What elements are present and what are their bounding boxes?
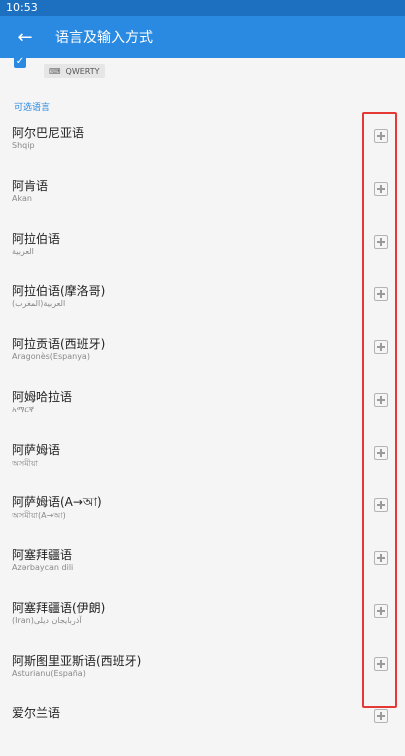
- language-native-name: Asturianu(España): [12, 669, 86, 678]
- page-title: 语言及输入方式: [55, 30, 153, 46]
- highlight-box: [362, 112, 397, 708]
- language-row[interactable]: 阿拉伯语 العربية: [0, 230, 405, 282]
- status-time: 10:53: [6, 1, 38, 14]
- layout-chip-label: QWERTY: [65, 66, 100, 76]
- language-list[interactable]: ✓ ⌨ QWERTY 可选语言 阿尔巴尼亚语 Shqip 阿肯语 Akan 阿拉…: [0, 56, 405, 723]
- language-name: 爱尔兰语: [12, 706, 61, 720]
- add-language-icon[interactable]: [374, 709, 388, 723]
- language-name: 阿尔巴尼亚语: [12, 126, 85, 140]
- keyboard-icon: ⌨: [49, 66, 61, 76]
- language-native-name: Aragonès(Espanya): [12, 352, 90, 361]
- language-row[interactable]: 阿肯语 Akan: [0, 177, 405, 229]
- language-name: 阿姆哈拉语: [12, 390, 73, 404]
- language-name: 阿萨姆语: [12, 443, 61, 457]
- language-native-name: العربية: [12, 247, 34, 256]
- language-native-name: Akan: [12, 194, 32, 203]
- language-native-name: Azərbaycan dili: [12, 563, 74, 572]
- language-row[interactable]: 爱尔兰语: [0, 704, 405, 756]
- language-row[interactable]: 阿拉贡语(西班牙) Aragonès(Espanya): [0, 335, 405, 387]
- status-bar: 10:53: [0, 0, 405, 16]
- language-row[interactable]: 阿塞拜疆语(伊朗) (Iran)آذربایجان دیلی: [0, 599, 405, 651]
- language-name: 阿塞拜疆语: [12, 548, 73, 562]
- language-name: 阿斯图里亚斯语(西班牙): [12, 654, 142, 668]
- section-header: 可选语言: [14, 103, 51, 113]
- back-arrow-icon[interactable]: ←: [6, 16, 44, 58]
- language-row[interactable]: 阿斯图里亚斯语(西班牙) Asturianu(España): [0, 652, 405, 704]
- language-name: 阿塞拜疆语(伊朗): [12, 601, 106, 615]
- language-name: 阿肯语: [12, 179, 49, 193]
- layout-checkbox[interactable]: ✓: [14, 56, 26, 68]
- language-row[interactable]: 阿拉伯语(摩洛哥) العربية(المغرب): [0, 282, 405, 334]
- language-row[interactable]: 阿萨姆语(A→আ) অসমীয়া(A→আ): [0, 493, 405, 545]
- enabled-layout-row: ✓ ⌨ QWERTY: [0, 56, 405, 82]
- language-row[interactable]: 阿姆哈拉语 አማርኛ: [0, 388, 405, 440]
- language-native-name: Shqip: [12, 141, 35, 150]
- language-name: 阿拉伯语: [12, 232, 61, 246]
- language-native-name: অসমীয়া(A→আ): [12, 511, 66, 520]
- language-name: 阿拉贡语(西班牙): [12, 337, 106, 351]
- language-native-name: العربية(المغرب): [12, 299, 66, 308]
- language-row[interactable]: 阿塞拜疆语 Azərbaycan dili: [0, 546, 405, 598]
- language-native-name: অসমীয়া: [12, 459, 38, 468]
- language-native-name: አማርኛ: [12, 405, 34, 414]
- app-bar: ← 语言及输入方式: [0, 16, 405, 58]
- layout-chip: ⌨ QWERTY: [44, 64, 105, 78]
- language-row[interactable]: 阿萨姆语 অসমীয়া: [0, 441, 405, 493]
- language-row[interactable]: 阿尔巴尼亚语 Shqip: [0, 124, 405, 176]
- language-name: 阿拉伯语(摩洛哥): [12, 284, 106, 298]
- language-native-name: (Iran)آذربایجان دیلی: [12, 616, 82, 625]
